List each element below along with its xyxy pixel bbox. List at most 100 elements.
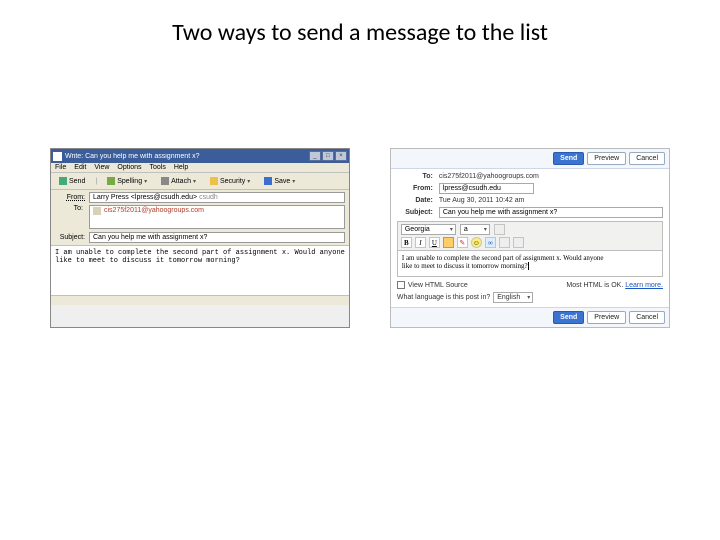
text-cursor (528, 262, 529, 270)
spelling-button[interactable]: Spelling ▾ (103, 175, 151, 187)
from-field[interactable]: Larry Press <lpress@csudh.edu> csudh (89, 192, 345, 203)
menu-options[interactable]: Options (117, 164, 141, 171)
menu-bar: File Edit View Options Tools Help (51, 163, 349, 173)
menu-help[interactable]: Help (174, 164, 188, 171)
to-value: cis275f2011@yahoogroups.com (104, 207, 204, 214)
list-button[interactable] (499, 237, 510, 248)
menu-edit[interactable]: Edit (74, 164, 86, 171)
highlight-button[interactable] (443, 237, 454, 248)
language-select[interactable]: English (493, 292, 533, 303)
subject-value: Can you help me with assignment x? (443, 209, 557, 216)
panels-row: Write: Can you help me with assignment x… (50, 148, 670, 328)
font-family-select[interactable]: Georgia (401, 224, 456, 235)
menu-view[interactable]: View (94, 164, 109, 171)
html-ok-note: Most HTML is OK. (566, 282, 623, 289)
from-address: <lpress@csudh.edu> (131, 194, 197, 201)
body-line-2: like to meet to discuss it tomorrow morn… (402, 262, 658, 270)
view-html-checkbox[interactable] (397, 281, 405, 289)
underline-button[interactable]: U (429, 237, 440, 248)
spelling-label: Spelling (117, 178, 142, 185)
from-label: From: (397, 185, 433, 192)
send-icon (59, 177, 67, 185)
to-label[interactable]: To: (55, 205, 85, 229)
top-action-bar: Send Preview Cancel (391, 149, 669, 169)
maximize-button[interactable]: □ (322, 151, 334, 161)
subject-label: Subject: (55, 234, 85, 241)
menu-tools[interactable]: Tools (150, 164, 166, 171)
subject-value: Can you help me with assignment x? (93, 234, 207, 241)
date-value: Tue Aug 30, 2011 10:42 am (439, 197, 663, 204)
disk-icon (264, 177, 272, 185)
send-label: Send (69, 178, 85, 185)
attach-button[interactable]: Attach ▾ (157, 175, 200, 187)
editor-footer: View HTML Source Most HTML is OK. Learn … (397, 281, 663, 303)
window-title: Write: Can you help me with assignment x… (65, 153, 309, 160)
message-body[interactable]: I am unable to complete the second part … (397, 251, 663, 277)
emoji-button[interactable]: ☺ (471, 237, 482, 248)
from-name: Larry Press (93, 194, 129, 201)
form-body: To: cis275f2011@yahoogroups.com From: lp… (391, 169, 669, 307)
save-label: Save (274, 178, 290, 185)
font-family-value: Georgia (405, 226, 430, 233)
language-value: English (497, 294, 520, 301)
from-label: From: (55, 194, 85, 201)
subject-label: Subject: (397, 209, 433, 216)
menu-file[interactable]: File (55, 164, 66, 171)
contact-icon (93, 207, 101, 215)
chevron-down-icon: ▾ (144, 178, 147, 185)
view-html-label: View HTML Source (408, 282, 468, 289)
desktop-mail-window: Write: Can you help me with assignment x… (50, 148, 350, 328)
chevron-down-icon: ▾ (247, 178, 250, 185)
cancel-button[interactable]: Cancel (629, 152, 665, 165)
cancel-button[interactable]: Cancel (629, 311, 665, 324)
spellcheck-icon (107, 177, 115, 185)
preview-button[interactable]: Preview (587, 152, 626, 165)
to-value: cis275f2011@yahoogroups.com (439, 173, 663, 180)
to-label: To: (397, 173, 433, 180)
address-block: From: Larry Press <lpress@csudh.edu> csu… (51, 190, 349, 245)
window-titlebar: Write: Can you help me with assignment x… (51, 149, 349, 163)
from-field[interactable]: lpress@csudh.edu (439, 183, 534, 194)
to-label-text: To: (74, 205, 83, 212)
minimize-button[interactable]: _ (309, 151, 321, 161)
chevron-down-icon: ▾ (193, 178, 196, 185)
close-button[interactable]: × (335, 151, 347, 161)
chevron-down-icon: ▾ (292, 178, 295, 185)
font-size-value: a (464, 226, 468, 233)
language-question: What language is this post in? (397, 294, 490, 301)
send-button[interactable]: Send (55, 175, 89, 187)
from-account-suffix: csudh (199, 194, 218, 201)
clear-format-button[interactable]: ✎ (457, 237, 468, 248)
indent-button[interactable] (513, 237, 524, 248)
message-body[interactable]: I am unable to complete the second part … (51, 245, 349, 295)
status-bar (51, 295, 349, 305)
subject-field[interactable]: Can you help me with assignment x? (439, 207, 663, 218)
web-post-form: Send Preview Cancel To: cis275f2011@yaho… (390, 148, 670, 328)
body-line-2: like to meet to discuss it tomorrow morn… (55, 257, 345, 265)
save-button[interactable]: Save ▾ (260, 175, 299, 187)
bold-button[interactable]: B (401, 237, 412, 248)
attach-label: Attach (171, 178, 191, 185)
to-field[interactable]: cis275f2011@yahoogroups.com (89, 205, 345, 229)
security-button[interactable]: Security ▾ (206, 175, 254, 187)
lock-icon (210, 177, 218, 185)
font-size-select[interactable]: a (460, 224, 490, 235)
toolbar-sep: | (95, 178, 97, 185)
italic-button[interactable]: I (415, 237, 426, 248)
subject-field[interactable]: Can you help me with assignment x? (89, 232, 345, 243)
rich-text-toolbar: Georgia a B I U ✎ ☺ ∞ (397, 221, 663, 251)
preview-button[interactable]: Preview (587, 311, 626, 324)
date-label: Date: (397, 197, 433, 204)
send-button[interactable]: Send (553, 311, 584, 324)
font-color-button[interactable] (494, 224, 505, 235)
paperclip-icon (161, 177, 169, 185)
send-button[interactable]: Send (553, 152, 584, 165)
from-value: lpress@csudh.edu (443, 185, 501, 192)
security-label: Security (220, 178, 245, 185)
link-button[interactable]: ∞ (485, 237, 496, 248)
slide-title: Two ways to send a message to the list (0, 0, 720, 47)
toolbar: Send | Spelling ▾ Attach ▾ Security ▾ Sa… (51, 173, 349, 190)
body-line-1: I am unable to complete the second part … (55, 249, 345, 257)
bottom-action-bar: Send Preview Cancel (391, 307, 669, 327)
learn-more-link[interactable]: Learn more. (625, 282, 663, 289)
